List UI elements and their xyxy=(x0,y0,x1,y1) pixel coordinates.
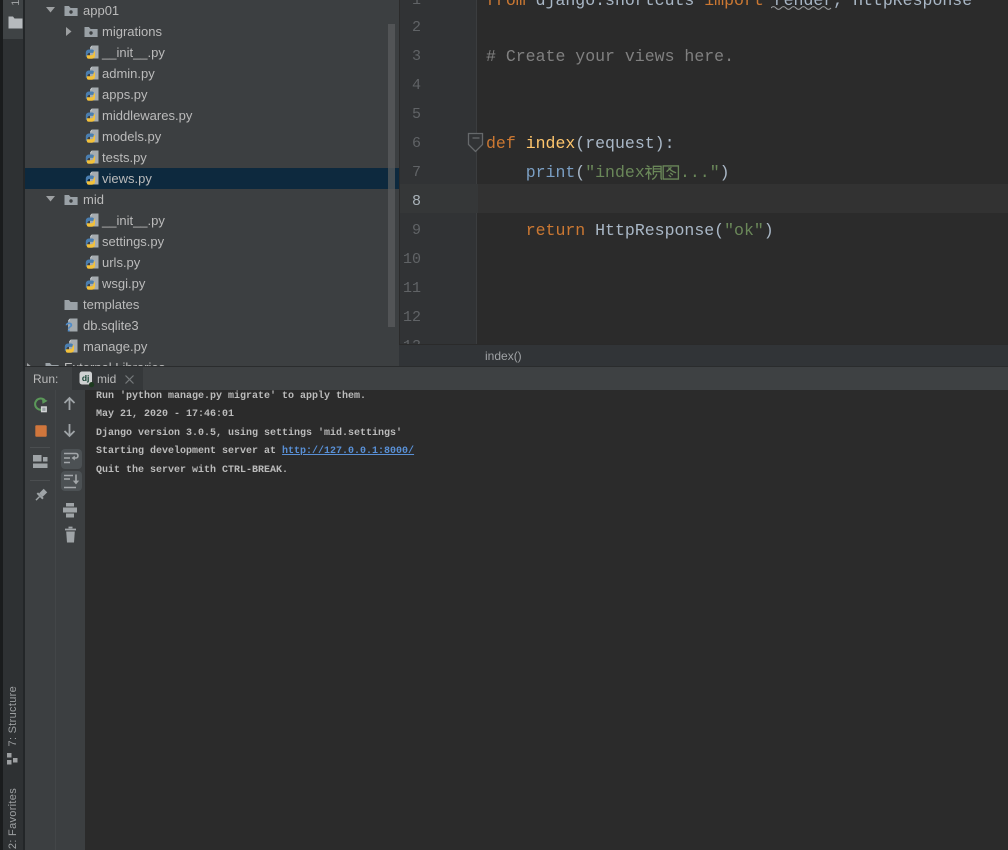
svg-text:?: ? xyxy=(65,320,73,334)
svg-text:dj: dj xyxy=(82,373,90,383)
